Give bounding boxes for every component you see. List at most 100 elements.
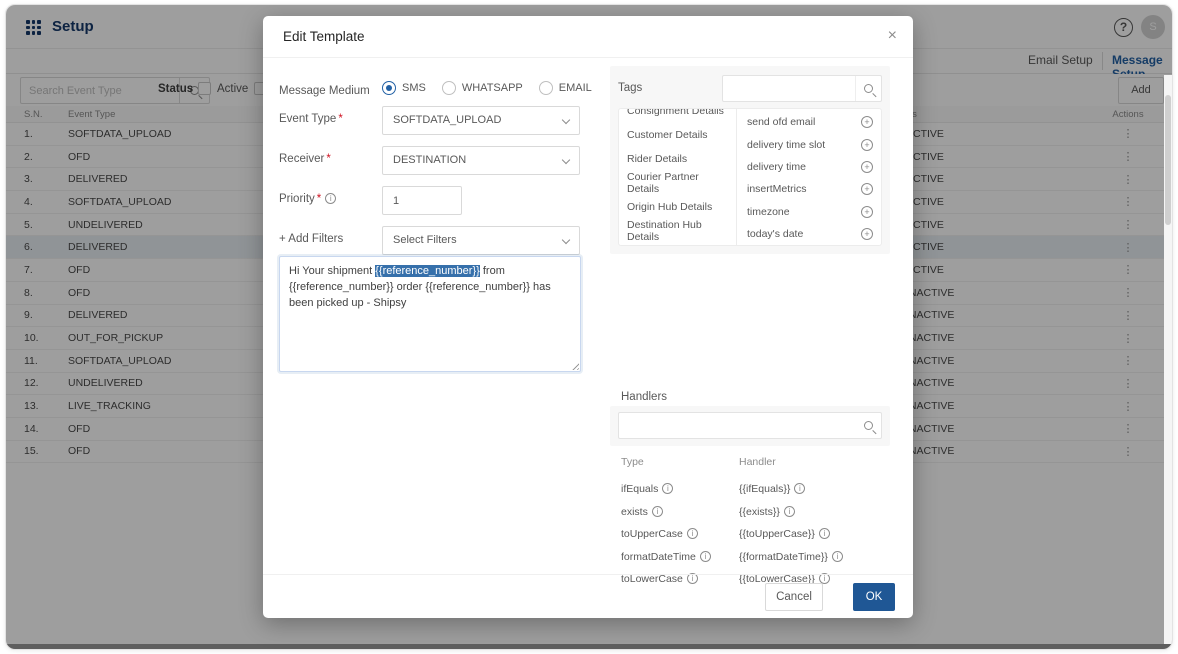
handler-value: {{formatDateTime}} i	[739, 551, 881, 563]
handler-row: toUpperCase i {{toUpperCase}} i	[621, 523, 881, 546]
insert-tag-icon[interactable]: +	[861, 139, 873, 151]
radio-email[interactable]: EMAIL	[539, 81, 592, 95]
radio-whatsapp[interactable]: WHATSAPP	[442, 81, 523, 95]
handler-value-text: {{formatDateTime}}	[739, 551, 828, 563]
tags-list: Consignment DetailsCustomer DetailsRider…	[618, 108, 882, 246]
tag-item[interactable]: delivery time +	[747, 156, 873, 178]
priority-label: Priority*i	[279, 193, 336, 205]
tags-label: Tags	[618, 82, 642, 94]
template-textarea[interactable]: Hi Your shipment {{reference_number}} fr…	[279, 256, 581, 372]
tags-panel: Tags Consignment DetailsCustomer Details…	[610, 66, 890, 254]
tag-item-label: delivery time slot	[747, 139, 825, 151]
tag-item[interactable]: today's date +	[747, 223, 873, 245]
handler-value: {{toUpperCase}} i	[739, 528, 881, 540]
modal-title: Edit Template	[283, 29, 365, 44]
tag-item-label: insertMetrics	[747, 183, 807, 195]
info-icon[interactable]: i	[652, 506, 663, 517]
modal-footer: Cancel OK	[263, 574, 913, 618]
handler-row: ifEquals i {{ifEquals}} i	[621, 478, 881, 501]
tag-category[interactable]: Consignment Details	[627, 108, 728, 123]
info-icon[interactable]: i	[794, 483, 805, 494]
tag-item[interactable]: timezone +	[747, 201, 873, 223]
handler-type-text: ifEquals	[621, 483, 658, 495]
ok-button[interactable]: OK	[853, 583, 895, 611]
template-text: Hi Your shipment	[289, 265, 375, 277]
handler-value-text: {{exists}}	[739, 506, 780, 518]
info-icon[interactable]: i	[819, 528, 830, 539]
handler-type: existsi	[621, 506, 739, 518]
tag-item-label: delivery time	[747, 161, 806, 173]
receiver-label: Receiver*	[279, 153, 331, 165]
chevron-down-icon	[562, 236, 570, 244]
handlers-table: Type Handler ifEqualsi{{ifEquals}}iexist…	[621, 456, 881, 591]
info-icon[interactable]: i	[687, 528, 698, 539]
tag-item[interactable]: send ofd email +	[747, 111, 873, 133]
modal-header: Edit Template ×	[263, 16, 913, 58]
info-icon[interactable]: i	[832, 551, 843, 562]
tag-item[interactable]: delivery time slot +	[747, 133, 873, 155]
tag-item-label: timezone	[747, 206, 790, 218]
vertical-scrollbar[interactable]	[1164, 75, 1172, 644]
tag-category[interactable]: Destination Hub Details	[627, 219, 728, 243]
tag-categories: Consignment DetailsCustomer DetailsRider…	[619, 108, 737, 245]
info-icon[interactable]: i	[325, 193, 336, 204]
handlers-label: Handlers	[621, 391, 667, 403]
add-filters-label[interactable]: + Add Filters	[279, 233, 343, 245]
chevron-down-icon	[562, 116, 570, 124]
resize-handle[interactable]	[570, 361, 579, 370]
tag-item[interactable]: insertMetrics +	[747, 178, 873, 200]
handler-type: toUpperCase i	[621, 528, 739, 540]
handler-type-text: toUpperCase	[621, 528, 683, 540]
handler-value-text: {{ifEquals}}	[739, 483, 790, 495]
info-icon[interactable]: i	[700, 551, 711, 562]
tag-category[interactable]: Customer Details	[627, 123, 728, 147]
insert-tag-icon[interactable]: +	[861, 161, 873, 173]
cancel-button[interactable]: Cancel	[765, 583, 823, 611]
insert-tag-icon[interactable]: +	[861, 228, 873, 240]
tag-item-label: today's date	[747, 228, 803, 240]
radio-icon	[539, 81, 553, 95]
radio-icon	[382, 81, 396, 95]
template-selected-text: {{reference_number}}	[375, 265, 480, 277]
tags-search-input[interactable]	[723, 76, 855, 101]
edit-template-modal: Edit Template × Message Medium SMS WHATSA…	[263, 16, 913, 618]
info-icon[interactable]: i	[662, 483, 673, 494]
handler-value-text: {{toUpperCase}}	[739, 528, 815, 540]
insert-tag-icon[interactable]: +	[861, 183, 873, 195]
filters-select[interactable]: Select Filters	[382, 226, 580, 255]
tag-category[interactable]: Origin Hub Details	[627, 195, 728, 219]
message-medium-label: Message Medium	[279, 85, 370, 97]
handler-type: ifEquals i	[621, 483, 739, 495]
handlers-search	[610, 406, 890, 446]
search-icon	[864, 421, 873, 430]
radio-label: EMAIL	[559, 82, 592, 94]
tag-category[interactable]: Rider Details	[627, 147, 728, 171]
handlers-header-handler: Handler	[739, 456, 881, 478]
radio-icon	[442, 81, 456, 95]
handler-row: formatDateTimei{{formatDateTime}} i	[621, 546, 881, 569]
scrollbar-thumb[interactable]	[1165, 95, 1171, 225]
handler-value: {{exists}} i	[739, 506, 881, 518]
tag-category[interactable]: Courier Partner Details	[627, 171, 728, 195]
message-medium-radio-group: SMS WHATSAPP EMAIL	[382, 81, 592, 95]
insert-tag-icon[interactable]: +	[861, 206, 873, 218]
radio-sms[interactable]: SMS	[382, 81, 426, 95]
event-type-select[interactable]: SOFTDATA_UPLOAD	[382, 106, 580, 135]
search-icon[interactable]	[855, 76, 881, 101]
receiver-select[interactable]: DESTINATION	[382, 146, 580, 175]
tag-item-label: send ofd email	[747, 116, 815, 128]
radio-label: SMS	[402, 82, 426, 94]
info-icon[interactable]: i	[784, 506, 795, 517]
handler-type: formatDateTimei	[621, 551, 739, 563]
close-icon[interactable]: ×	[888, 27, 897, 45]
priority-input[interactable]	[382, 186, 462, 215]
handler-type-text: exists	[621, 506, 648, 518]
tags-search	[722, 75, 882, 102]
handler-row: existsi{{exists}}i	[621, 501, 881, 524]
event-type-label: Event Type*	[279, 113, 343, 125]
radio-label: WHATSAPP	[462, 82, 523, 94]
handler-value: {{ifEquals}} i	[739, 483, 881, 495]
handlers-header-type: Type	[621, 456, 739, 478]
insert-tag-icon[interactable]: +	[861, 116, 873, 128]
handlers-search-input[interactable]	[618, 412, 882, 439]
